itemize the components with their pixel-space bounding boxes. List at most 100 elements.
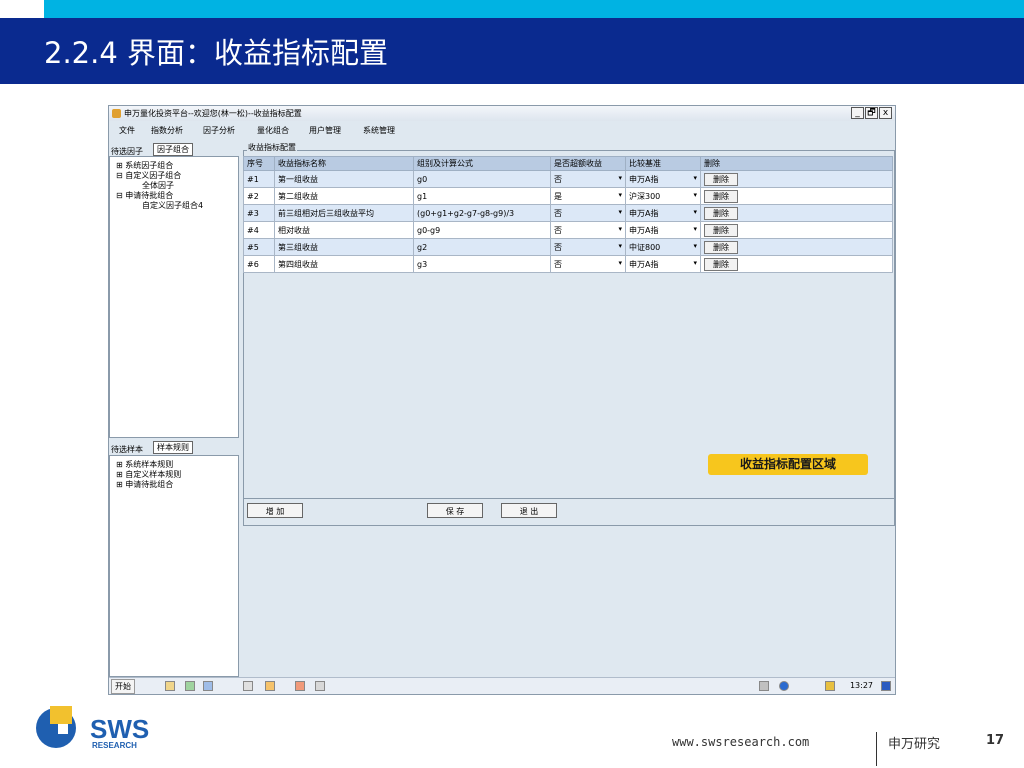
browser-icon[interactable] xyxy=(203,681,213,691)
cell-name[interactable]: 第二组收益 xyxy=(274,187,414,205)
sws-logo: SWS RESEARCH xyxy=(34,702,174,756)
delete-button[interactable]: 删除 xyxy=(704,189,738,203)
table-header-row: 序号 收益指标名称 组别及计算公式 是否超额收益 比较基准 删除 xyxy=(243,156,893,171)
window-title: 申万量化投资平台--欢迎您(林一松)--收益指标配置 xyxy=(124,109,302,118)
benchmark-select[interactable]: 中证800 ▾ xyxy=(625,238,701,256)
chevron-down-icon[interactable]: ▾ xyxy=(618,225,622,233)
table-row[interactable]: #3 前三组相对后三组收益平均 (g0+g1+g2-g7-g8-g9)/3 否 ▾… xyxy=(243,204,893,222)
excess-select[interactable]: 是 ▾ xyxy=(550,187,626,205)
benchmark-select[interactable]: 申万A指 ▾ xyxy=(625,255,701,273)
chevron-down-icon[interactable]: ▾ xyxy=(618,242,622,250)
menu-factor-analysis[interactable]: 因子分析 xyxy=(203,125,235,136)
benchmark-select[interactable]: 沪深300 ▾ xyxy=(625,187,701,205)
tool-icon[interactable] xyxy=(243,681,253,691)
table-row[interactable]: #6 第四组收益 g3 否 ▾ 申万A指 ▾ 删除 xyxy=(243,255,893,273)
delete-button[interactable]: 删除 xyxy=(704,240,738,254)
page-number: 17 xyxy=(986,733,1005,748)
tree-item[interactable]: ⊞ 系统因子组合 xyxy=(116,161,173,171)
delete-cell: 删除 xyxy=(700,204,893,222)
table-row[interactable]: #4 相对收益 g0-g9 否 ▾ 申万A指 ▾ 删除 xyxy=(243,221,893,239)
delete-button[interactable]: 删除 xyxy=(704,257,738,271)
exit-button[interactable]: 退 出 xyxy=(501,503,557,518)
cell-formula[interactable]: g0 xyxy=(413,170,551,188)
delete-button[interactable]: 删除 xyxy=(704,172,738,186)
col-header-id: 序号 xyxy=(243,156,275,171)
chevron-down-icon[interactable]: ▾ xyxy=(618,259,622,267)
cell-name[interactable]: 前三组相对后三组收益平均 xyxy=(274,204,414,222)
spreadsheet-icon[interactable] xyxy=(185,681,195,691)
close-button[interactable]: x xyxy=(879,107,892,119)
tree-item[interactable]: ⊟ 申请待批组合 xyxy=(116,191,173,201)
menu-quant-portfolio[interactable]: 量化组合 xyxy=(257,125,289,136)
excess-select[interactable]: 否 ▾ xyxy=(550,204,626,222)
cell-name[interactable]: 第三组收益 xyxy=(274,238,414,256)
app-icon[interactable] xyxy=(265,681,275,691)
delete-cell: 删除 xyxy=(700,255,893,273)
footer-url[interactable]: www.swsresearch.com xyxy=(672,735,809,749)
delete-cell: 删除 xyxy=(700,187,893,205)
excess-select[interactable]: 否 ▾ xyxy=(550,170,626,188)
tree-item[interactable]: ⊞ 系统样本规则 xyxy=(116,460,173,470)
restore-button[interactable]: 🗗 xyxy=(865,107,878,119)
accent-bar xyxy=(44,0,1024,18)
cell-name[interactable]: 第四组收益 xyxy=(274,255,414,273)
tree-item[interactable]: 自定义因子组合4 xyxy=(142,201,203,211)
folder-icon[interactable] xyxy=(165,681,175,691)
excess-select[interactable]: 否 ▾ xyxy=(550,255,626,273)
chevron-down-icon[interactable]: ▾ xyxy=(618,208,622,216)
tab-sample-rules[interactable]: 样本规则 xyxy=(153,441,193,454)
menu-user-management[interactable]: 用户管理 xyxy=(309,125,341,136)
table-row[interactable]: #2 第二组收益 g1 是 ▾ 沪深300 ▾ 删除 xyxy=(243,187,893,205)
menu-index-analysis[interactable]: 指数分析 xyxy=(151,125,183,136)
cell-id: #5 xyxy=(243,238,275,256)
chevron-down-icon[interactable]: ▾ xyxy=(693,174,697,182)
save-button[interactable]: 保 存 xyxy=(427,503,483,518)
table-row[interactable]: #5 第三组收益 g2 否 ▾ 中证800 ▾ 删除 xyxy=(243,238,893,256)
cell-formula[interactable]: g0-g9 xyxy=(413,221,551,239)
tab-factor-portfolio[interactable]: 因子组合 xyxy=(153,143,193,156)
document-icon[interactable] xyxy=(295,681,305,691)
tree-item[interactable]: 全体因子 xyxy=(142,181,174,191)
signal-icon[interactable] xyxy=(825,681,835,691)
col-header-name: 收益指标名称 xyxy=(274,156,414,171)
delete-cell: 删除 xyxy=(700,170,893,188)
excess-select[interactable]: 否 ▾ xyxy=(550,221,626,239)
chevron-down-icon[interactable]: ▾ xyxy=(618,191,622,199)
benchmark-value: 申万A指 xyxy=(629,174,659,184)
chevron-down-icon[interactable]: ▾ xyxy=(693,259,697,267)
chevron-down-icon[interactable]: ▾ xyxy=(693,242,697,250)
benchmark-value: 中证800 xyxy=(629,242,661,252)
help-icon[interactable] xyxy=(779,681,789,691)
cell-name[interactable]: 相对收益 xyxy=(274,221,414,239)
show-desktop-icon[interactable] xyxy=(881,681,891,691)
printer-icon[interactable] xyxy=(759,681,769,691)
menu-file[interactable]: 文件 xyxy=(119,125,135,136)
tree-item[interactable]: ⊞ 自定义样本规则 xyxy=(116,470,181,480)
benchmark-value: 沪深300 xyxy=(629,191,661,201)
chevron-down-icon[interactable]: ▾ xyxy=(693,225,697,233)
chevron-down-icon[interactable]: ▾ xyxy=(618,174,622,182)
tree-item[interactable]: ⊞ 申请待批组合 xyxy=(116,480,173,490)
excess-select[interactable]: 否 ▾ xyxy=(550,238,626,256)
table-row[interactable]: #1 第一组收益 g0 否 ▾ 申万A指 ▾ 删除 xyxy=(243,170,893,188)
chevron-down-icon[interactable]: ▾ xyxy=(693,208,697,216)
benchmark-select[interactable]: 申万A指 ▾ xyxy=(625,221,701,239)
cell-formula[interactable]: g2 xyxy=(413,238,551,256)
minimize-button[interactable]: _ xyxy=(851,107,864,119)
start-button[interactable]: 开始 xyxy=(111,679,135,694)
tree-item[interactable]: ⊟ 自定义因子组合 xyxy=(116,171,181,181)
chart-icon[interactable] xyxy=(315,681,325,691)
top-strip xyxy=(0,0,1024,18)
chevron-down-icon[interactable]: ▾ xyxy=(693,191,697,199)
benchmark-select[interactable]: 申万A指 ▾ xyxy=(625,204,701,222)
app-window: 申万量化投资平台--欢迎您(林一松)--收益指标配置 _ 🗗 x 文件 指数分析… xyxy=(108,105,896,695)
cell-formula[interactable]: (g0+g1+g2-g7-g8-g9)/3 xyxy=(413,204,551,222)
add-button[interactable]: 增 加 xyxy=(247,503,303,518)
menu-system-management[interactable]: 系统管理 xyxy=(363,125,395,136)
cell-formula[interactable]: g3 xyxy=(413,255,551,273)
delete-button[interactable]: 删除 xyxy=(704,223,738,237)
cell-formula[interactable]: g1 xyxy=(413,187,551,205)
cell-name[interactable]: 第一组收益 xyxy=(274,170,414,188)
benchmark-select[interactable]: 申万A指 ▾ xyxy=(625,170,701,188)
delete-button[interactable]: 删除 xyxy=(704,206,738,220)
